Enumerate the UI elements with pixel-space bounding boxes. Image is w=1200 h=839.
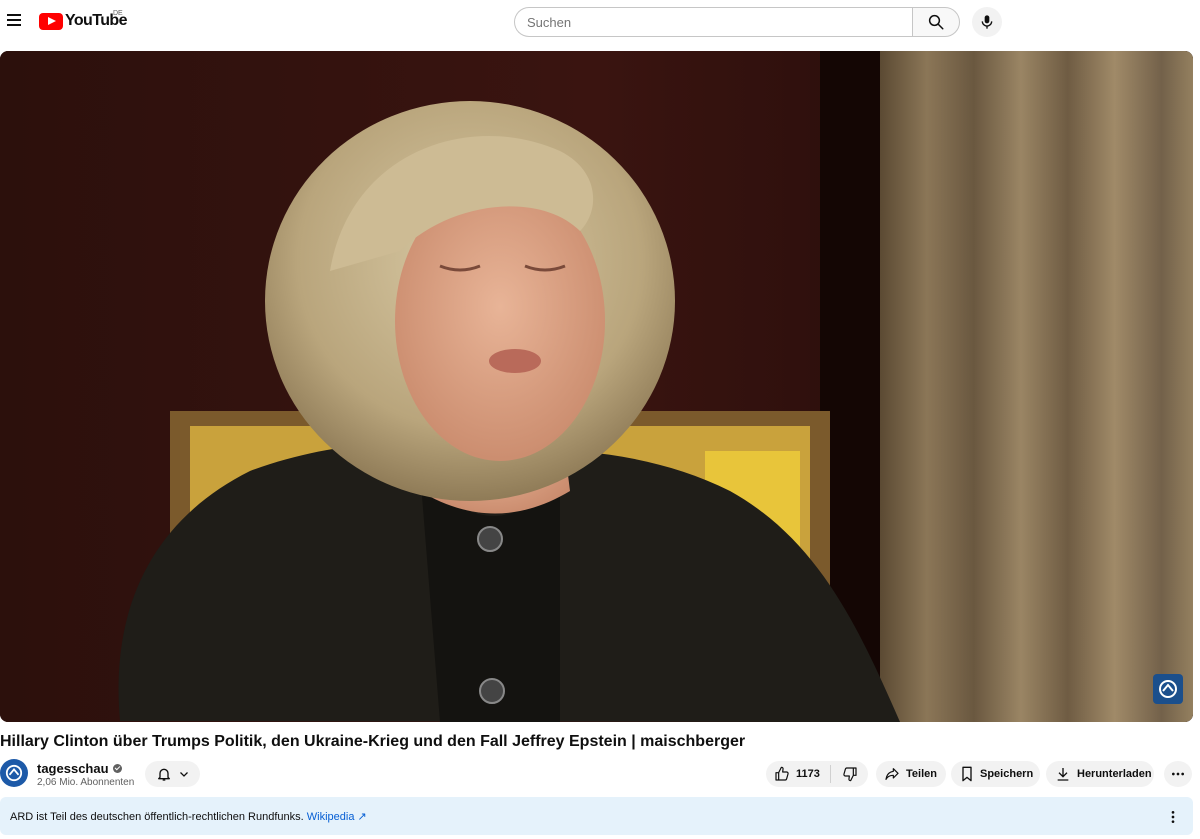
- video-frame: [0, 51, 1193, 722]
- voice-search-button[interactable]: [972, 7, 1002, 37]
- verified-icon: [112, 764, 122, 773]
- more-horizontal-icon: [1172, 772, 1184, 776]
- region-code: DE: [113, 10, 123, 17]
- top-bar: YouTube DE: [0, 0, 1200, 42]
- menu-icon[interactable]: [4, 10, 24, 30]
- share-icon: [885, 768, 899, 780]
- notifications-button[interactable]: [145, 761, 200, 787]
- wikipedia-link[interactable]: Wikipedia ↗: [307, 811, 367, 823]
- video-player[interactable]: [0, 51, 1193, 722]
- bookmark-icon: [962, 766, 972, 782]
- save-label: Speichern: [980, 768, 1034, 780]
- channel-name: tagesschau: [37, 761, 109, 776]
- share-button[interactable]: Teilen: [876, 761, 946, 787]
- save-button[interactable]: Speichern: [951, 761, 1040, 787]
- video-title: Hillary Clinton über Trumps Politik, den…: [0, 733, 746, 750]
- search-box: [514, 7, 913, 37]
- microphone-icon: [981, 15, 993, 29]
- share-label: Teilen: [906, 768, 937, 780]
- like-count: 1173: [796, 768, 820, 780]
- play-logo-icon: [39, 12, 63, 30]
- info-more-button[interactable]: [1167, 809, 1179, 830]
- search-input[interactable]: [515, 8, 913, 36]
- dislike-button[interactable]: [831, 761, 868, 787]
- more-vertical-icon: [1171, 811, 1175, 823]
- channel-watermark-icon[interactable]: [1153, 674, 1183, 704]
- thumbs-up-icon: [775, 766, 789, 781]
- more-actions-button[interactable]: [1164, 761, 1192, 787]
- context-info-text: ARD ist Teil des deutschen öffentlich-re…: [10, 810, 367, 823]
- context-info-panel: ARD ist Teil des deutschen öffentlich-re…: [0, 797, 1193, 835]
- search-button[interactable]: [912, 7, 960, 37]
- chevron-down-icon: [179, 772, 188, 777]
- bell-icon: [157, 768, 170, 781]
- like-button[interactable]: 1173: [766, 761, 830, 787]
- download-button[interactable]: Herunterladen: [1046, 761, 1154, 787]
- like-dislike-group: 1173: [766, 761, 868, 787]
- info-text: ARD ist Teil des deutschen öffentlich-re…: [10, 811, 307, 823]
- channel-avatar[interactable]: [0, 759, 28, 787]
- thumbs-down-icon: [842, 767, 857, 782]
- download-icon: [1057, 768, 1069, 781]
- channel-name-link[interactable]: tagesschau: [37, 761, 122, 776]
- download-label: Herunterladen: [1077, 768, 1152, 780]
- subscriber-count: 2,06 Mio. Abonnenten: [37, 777, 135, 788]
- search-icon: [928, 14, 944, 30]
